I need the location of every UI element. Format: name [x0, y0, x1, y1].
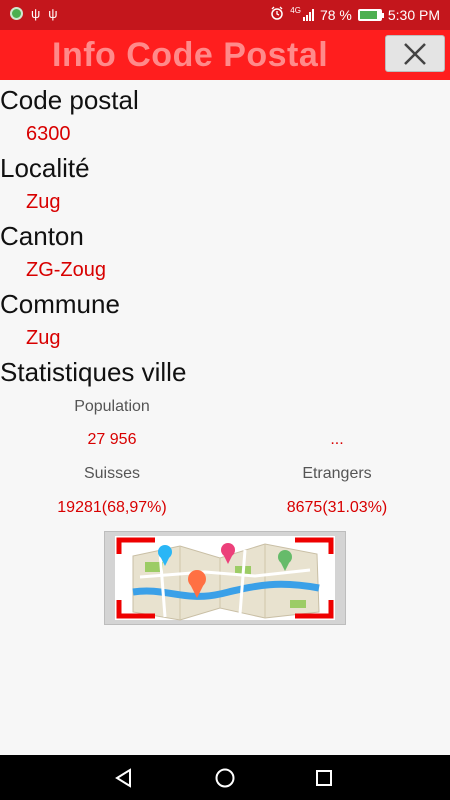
home-button[interactable]	[212, 765, 238, 791]
usb-icon: ψ	[48, 6, 58, 21]
localite-value: Zug	[26, 191, 61, 213]
page-title: Info Code Postal	[52, 36, 329, 74]
alarm-icon	[270, 6, 284, 23]
etrangers-value: 8675(31.03%)	[286, 499, 388, 516]
signal-icon	[302, 8, 314, 21]
status-left: ψ ψ	[10, 7, 58, 20]
back-button[interactable]	[111, 765, 137, 791]
map-icon	[105, 532, 345, 624]
map-button[interactable]	[104, 531, 346, 625]
population-label: Population	[74, 398, 150, 415]
recents-icon	[316, 770, 332, 786]
code-postal-value: 6300	[26, 123, 71, 145]
stats-label: Statistiques ville	[0, 357, 187, 387]
battery-icon	[357, 8, 384, 21]
close-button[interactable]	[385, 35, 445, 72]
recents-button[interactable]	[311, 765, 337, 791]
home-icon	[215, 768, 235, 788]
app-header: Info Code Postal	[0, 30, 450, 80]
suisses-value: 19281(68,97%)	[57, 499, 167, 516]
back-icon	[115, 768, 131, 788]
usb-icon: ψ	[31, 6, 41, 21]
canton-label: Canton	[0, 221, 84, 251]
etrangers-label: Etrangers	[302, 465, 372, 482]
network-type: 4G	[290, 6, 301, 15]
status-right: 4G 78 % 5:30 PM	[270, 6, 440, 23]
navigation-bar	[0, 755, 450, 800]
battery-percent: 78 %	[319, 6, 352, 23]
commune-value: Zug	[26, 327, 61, 349]
status-bar: ψ ψ 4G 78 % 5:30 PM	[0, 0, 450, 30]
population-value: 27 956	[87, 431, 137, 448]
localite-label: Localité	[0, 153, 90, 183]
clock: 5:30 PM	[387, 6, 440, 23]
globe-icon	[10, 7, 23, 20]
suisses-label: Suisses	[83, 465, 141, 482]
canton-value: ZG-Zoug	[26, 259, 107, 281]
commune-label: Commune	[0, 289, 120, 319]
extra-value: ...	[330, 431, 344, 448]
code-postal-label: Code postal	[0, 85, 139, 115]
close-icon	[404, 42, 426, 65]
